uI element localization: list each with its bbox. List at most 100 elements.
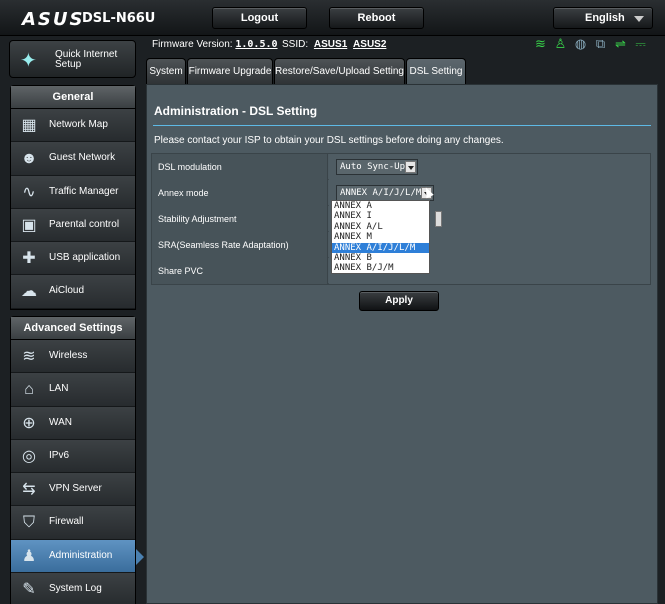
dsl-status-icon[interactable]: ⎓ [633,36,648,52]
ssid-link-1[interactable]: ASUS1 [314,39,347,50]
router-admin-page: ASUS DSL-N66U Logout Reboot English ✦ Qu… [0,0,665,604]
general-nav: General ▦ Network Map ☻ Guest Network ∿ … [10,85,136,310]
sidebar-item-label: Parental control [49,218,120,230]
annex-option[interactable]: ANNEX A [332,201,429,211]
annex-mode-value: ANNEX A/I/J/L/M [340,188,422,198]
vpn-server-icon: ⇆ [22,481,36,499]
client-status-icon[interactable]: ♙ [553,36,568,52]
lan-icon: ⌂ [24,381,34,399]
chevron-down-icon [634,16,644,22]
sidebar-item-wan[interactable]: ⊕ WAN [11,406,135,440]
magic-wand-icon: ✦ [20,50,37,72]
annex-option[interactable]: ANNEX B [332,253,429,263]
advanced-nav: Advanced Settings ≋ Wireless ⌂ LAN ⊕ WAN… [10,316,144,604]
title-divider [153,125,651,126]
usb-status-icon[interactable]: ⇌ [613,36,628,52]
sidebar-item-lan[interactable]: ⌂ LAN [11,373,135,407]
sidebar-item-label: Traffic Manager [49,185,119,197]
row-label: Annex mode [152,180,328,206]
quick-internet-setup-button[interactable]: ✦ Quick Internet Setup [9,40,136,78]
sidebar-item-label: Wireless [49,350,88,361]
ssid-info: SSID: ASUS1 ASUS2 [282,39,386,50]
row-label: DSL modulation [152,154,328,180]
general-nav-title: General [11,86,135,109]
language-select[interactable]: English [553,7,653,29]
sidebar-item-label: Guest Network [49,152,116,164]
firmware-label: Firmware Version: [152,39,233,50]
status-icons: ≋ ♙ ◍ ⧉ ⇌ ⎓ [533,36,648,52]
main-panel: Administration - DSL Setting Please cont… [146,84,658,604]
sidebar-item-system-log[interactable]: ✎ System Log [11,573,135,604]
dsl-modulation-value: Auto Sync-Up [340,162,406,172]
usb-application-icon: ✚ [22,250,36,268]
sidebar-item-label: USB application [49,252,121,264]
table-row: DSL modulation Auto Sync-Up [152,154,650,180]
apply-button[interactable]: Apply [359,291,439,311]
printer-status-icon[interactable]: ⧉ [593,36,608,52]
sidebar-item-label: Administration [49,549,113,561]
firmware-version-link[interactable]: 1.0.5.0 [235,39,277,50]
sidebar-item-label: IPv6 [49,449,70,461]
sidebar-item-label: System Log [49,583,102,595]
firmware-info: Firmware Version: 1.0.5.0 [152,39,278,50]
ssid-link-2[interactable]: ASUS2 [353,39,386,50]
sidebar-item-administration[interactable]: ♟ Administration [11,539,144,574]
guest-network-icon: ☻ [20,150,38,168]
firewall-icon: ⛉ [22,514,35,532]
tab-restore-save-upload[interactable]: Restore/Save/Upload Setting [274,58,405,84]
ssid-label: SSID: [282,39,309,50]
sidebar-item-label: Firewall [49,516,84,528]
sidebar-item-aicloud[interactable]: ☁ AiCloud [11,275,135,309]
row-label: SRA(Seamless Rate Adaptation) [152,232,328,258]
annex-option[interactable]: ANNEX I [332,211,429,221]
sidebar-item-firewall[interactable]: ⛉ Firewall [11,506,135,540]
sidebar-item-network-map[interactable]: ▦ Network Map [11,109,135,143]
dsl-modulation-select[interactable]: Auto Sync-Up [336,159,418,175]
advanced-nav-title: Advanced Settings [11,317,135,340]
asus-logo: ASUS [22,9,85,30]
sidebar-item-guest-network[interactable]: ☻ Guest Network [11,142,135,176]
sidebar-item-traffic-manager[interactable]: ∿ Traffic Manager [11,175,135,209]
network-map-icon: ▦ [21,117,37,134]
administration-icon: ♟ [21,547,37,565]
sidebar-item-usb-application[interactable]: ✚ USB application [11,242,135,276]
annex-mode-select[interactable]: ANNEX A/I/J/L/M [336,185,434,201]
tab-dsl-setting[interactable]: DSL Setting [406,58,466,84]
sidebar-item-wireless[interactable]: ≋ Wireless [11,340,135,374]
internet-status-icon[interactable]: ◍ [573,36,588,52]
top-bar: ASUS DSL-N66U Logout Reboot English [0,0,665,36]
model-name: DSL-N66U [82,11,156,26]
parental-control-icon: ▣ [21,216,37,234]
tab-system[interactable]: System [146,58,186,84]
sidebar-item-ipv6[interactable]: ◎ IPv6 [11,439,135,474]
language-label: English [585,12,625,24]
tab-firmware-upgrade[interactable]: Firmware Upgrade [187,58,273,84]
traffic-manager-icon: ∿ [22,183,36,201]
row-label: Stability Adjustment [152,206,328,232]
sidebar-item-vpn-server[interactable]: ⇆ VPN Server [11,473,135,507]
chevron-down-icon [405,161,416,173]
annex-mode-dropdown-list: ANNEX A ANNEX I ANNEX A/L ANNEX M ANNEX … [331,200,430,274]
sidebar-item-label: VPN Server [49,483,102,495]
annex-option-selected[interactable]: ANNEX A/I/J/L/M [332,242,429,253]
ipv6-icon: ◎ [22,447,36,465]
stability-adjustment-control[interactable] [435,211,442,227]
aicloud-icon: ☁ [21,283,37,301]
wifi-status-icon[interactable]: ≋ [533,36,548,52]
sidebar-item-label: AiCloud [49,285,85,297]
sidebar-item-label: WAN [49,416,72,428]
sidebar-item-label: LAN [49,383,69,395]
quick-setup-label: Quick Internet Setup [55,49,118,70]
page-title: Administration - DSL Setting [154,104,318,118]
reboot-button[interactable]: Reboot [329,7,424,29]
annex-option[interactable]: ANNEX A/L [332,222,429,232]
logout-button[interactable]: Logout [212,7,307,29]
row-label: Share PVC [152,258,328,284]
page-description: Please contact your ISP to obtain your D… [154,135,504,146]
annex-option[interactable]: ANNEX B/J/M [332,263,429,273]
sidebar-item-label: Network Map [49,119,108,130]
sidebar-item-parental-control[interactable]: ▣ Parental control [11,208,135,243]
wireless-icon: ≋ [22,348,36,365]
system-log-icon: ✎ [22,581,36,599]
annex-option[interactable]: ANNEX M [332,232,429,242]
